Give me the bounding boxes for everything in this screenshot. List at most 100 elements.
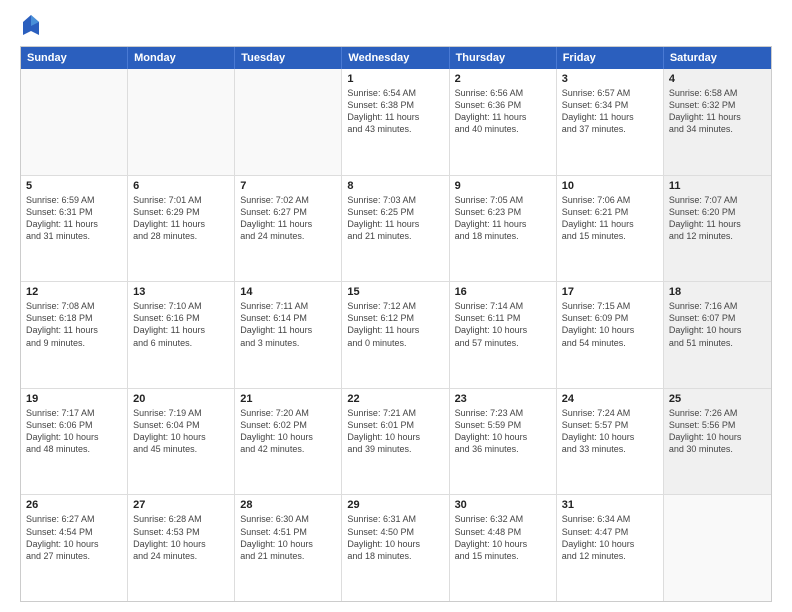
day-info: Sunrise: 7:01 AM Sunset: 6:29 PM Dayligh…	[133, 194, 229, 243]
day-number: 28	[240, 499, 336, 511]
calendar-cell-w3-d4: 15 Sunrise: 7:12 AM Sunset: 6:12 PM Dayli…	[342, 282, 449, 388]
calendar-body: 1 Sunrise: 6:54 AM Sunset: 6:38 PM Daylig…	[21, 69, 771, 601]
calendar-cell-w3-d2: 13 Sunrise: 7:10 AM Sunset: 6:16 PM Dayli…	[128, 282, 235, 388]
calendar-cell-w1-d2	[128, 69, 235, 175]
day-info: Sunrise: 6:32 AM Sunset: 4:48 PM Dayligh…	[455, 513, 551, 562]
day-info: Sunrise: 7:17 AM Sunset: 6:06 PM Dayligh…	[26, 407, 122, 456]
day-info: Sunrise: 7:07 AM Sunset: 6:20 PM Dayligh…	[669, 194, 766, 243]
day-number: 21	[240, 393, 336, 405]
day-info: Sunrise: 7:03 AM Sunset: 6:25 PM Dayligh…	[347, 194, 443, 243]
day-number: 10	[562, 180, 658, 192]
day-info: Sunrise: 7:05 AM Sunset: 6:23 PM Dayligh…	[455, 194, 551, 243]
day-info: Sunrise: 7:12 AM Sunset: 6:12 PM Dayligh…	[347, 300, 443, 349]
calendar-cell-w4-d4: 22Sunrise: 7:21 AM Sunset: 6:01 PM Dayli…	[342, 389, 449, 495]
day-number: 15	[347, 286, 443, 298]
calendar-cell-w1-d3	[235, 69, 342, 175]
day-info: Sunrise: 7:19 AM Sunset: 6:04 PM Dayligh…	[133, 407, 229, 456]
calendar-header-wednesday: Wednesday	[342, 47, 449, 69]
calendar-cell-w1-d6: 3 Sunrise: 6:57 AM Sunset: 6:34 PM Daylig…	[557, 69, 664, 175]
day-number: 20	[133, 393, 229, 405]
calendar-cell-w5-d4: 29Sunrise: 6:31 AM Sunset: 4:50 PM Dayli…	[342, 495, 449, 601]
day-info: Sunrise: 7:14 AM Sunset: 6:11 PM Dayligh…	[455, 300, 551, 349]
day-info: Sunrise: 7:11 AM Sunset: 6:14 PM Dayligh…	[240, 300, 336, 349]
day-info: Sunrise: 7:15 AM Sunset: 6:09 PM Dayligh…	[562, 300, 658, 349]
day-number: 26	[26, 499, 122, 511]
day-info: Sunrise: 6:58 AM Sunset: 6:32 PM Dayligh…	[669, 87, 766, 136]
calendar-cell-w2-d2: 6 Sunrise: 7:01 AM Sunset: 6:29 PM Daylig…	[128, 176, 235, 282]
calendar-cell-w3-d6: 17 Sunrise: 7:15 AM Sunset: 6:09 PM Dayli…	[557, 282, 664, 388]
day-info: Sunrise: 7:02 AM Sunset: 6:27 PM Dayligh…	[240, 194, 336, 243]
day-info: Sunrise: 6:59 AM Sunset: 6:31 PM Dayligh…	[26, 194, 122, 243]
calendar-cell-w4-d3: 21 Sunrise: 7:20 AM Sunset: 6:02 PM Dayli…	[235, 389, 342, 495]
day-info: Sunrise: 7:26 AM Sunset: 5:56 PM Dayligh…	[669, 407, 766, 456]
calendar-cell-w1-d7: 4 Sunrise: 6:58 AM Sunset: 6:32 PM Daylig…	[664, 69, 771, 175]
day-number: 17	[562, 286, 658, 298]
calendar-week-1: 1 Sunrise: 6:54 AM Sunset: 6:38 PM Daylig…	[21, 69, 771, 176]
day-info: Sunrise: 6:31 AM Sunset: 4:50 PM Dayligh…	[347, 513, 443, 562]
logo	[20, 16, 40, 36]
day-number: 18	[669, 286, 766, 298]
day-number: 6	[133, 180, 229, 192]
day-number: 19	[26, 393, 122, 405]
day-number: 3	[562, 73, 658, 85]
calendar-cell-w4-d2: 20 Sunrise: 7:19 AM Sunset: 6:04 PM Dayli…	[128, 389, 235, 495]
day-info: Sunrise: 7:24 AM Sunset: 5:57 PM Dayligh…	[562, 407, 658, 456]
calendar-cell-w5-d5: 30Sunrise: 6:32 AM Sunset: 4:48 PM Dayli…	[450, 495, 557, 601]
calendar-week-5: 26 Sunrise: 6:27 AM Sunset: 4:54 PM Dayli…	[21, 495, 771, 601]
day-info: Sunrise: 7:23 AM Sunset: 5:59 PM Dayligh…	[455, 407, 551, 456]
logo-icon	[22, 14, 40, 36]
day-number: 16	[455, 286, 551, 298]
calendar-header-thursday: Thursday	[450, 47, 557, 69]
day-number: 9	[455, 180, 551, 192]
calendar-cell-w3-d7: 18 Sunrise: 7:16 AM Sunset: 6:07 PM Dayli…	[664, 282, 771, 388]
page: SundayMondayTuesdayWednesdayThursdayFrid…	[0, 0, 792, 612]
day-number: 1	[347, 73, 443, 85]
day-number: 2	[455, 73, 551, 85]
calendar-cell-w1-d1	[21, 69, 128, 175]
calendar-cell-w3-d1: 12Sunrise: 7:08 AM Sunset: 6:18 PM Dayli…	[21, 282, 128, 388]
calendar-week-4: 19 Sunrise: 7:17 AM Sunset: 6:06 PM Dayli…	[21, 389, 771, 496]
calendar-cell-w2-d1: 5Sunrise: 6:59 AM Sunset: 6:31 PM Daylig…	[21, 176, 128, 282]
header	[20, 16, 772, 36]
calendar-cell-w5-d1: 26 Sunrise: 6:27 AM Sunset: 4:54 PM Dayli…	[21, 495, 128, 601]
day-number: 4	[669, 73, 766, 85]
calendar-cell-w5-d3: 28 Sunrise: 6:30 AM Sunset: 4:51 PM Dayli…	[235, 495, 342, 601]
calendar-cell-w4-d6: 24 Sunrise: 7:24 AM Sunset: 5:57 PM Dayli…	[557, 389, 664, 495]
calendar-cell-w3-d3: 14 Sunrise: 7:11 AM Sunset: 6:14 PM Dayli…	[235, 282, 342, 388]
day-info: Sunrise: 6:30 AM Sunset: 4:51 PM Dayligh…	[240, 513, 336, 562]
day-number: 25	[669, 393, 766, 405]
day-info: Sunrise: 7:06 AM Sunset: 6:21 PM Dayligh…	[562, 194, 658, 243]
calendar: SundayMondayTuesdayWednesdayThursdayFrid…	[20, 46, 772, 602]
calendar-cell-w4-d7: 25 Sunrise: 7:26 AM Sunset: 5:56 PM Dayli…	[664, 389, 771, 495]
day-number: 31	[562, 499, 658, 511]
day-number: 13	[133, 286, 229, 298]
day-number: 11	[669, 180, 766, 192]
day-number: 14	[240, 286, 336, 298]
calendar-header-row: SundayMondayTuesdayWednesdayThursdayFrid…	[21, 47, 771, 69]
day-info: Sunrise: 6:57 AM Sunset: 6:34 PM Dayligh…	[562, 87, 658, 136]
calendar-cell-w2-d5: 9 Sunrise: 7:05 AM Sunset: 6:23 PM Daylig…	[450, 176, 557, 282]
calendar-cell-w2-d4: 8 Sunrise: 7:03 AM Sunset: 6:25 PM Daylig…	[342, 176, 449, 282]
calendar-cell-w2-d3: 7 Sunrise: 7:02 AM Sunset: 6:27 PM Daylig…	[235, 176, 342, 282]
calendar-week-3: 12Sunrise: 7:08 AM Sunset: 6:18 PM Dayli…	[21, 282, 771, 389]
day-number: 22	[347, 393, 443, 405]
calendar-header-sunday: Sunday	[21, 47, 128, 69]
day-info: Sunrise: 6:28 AM Sunset: 4:53 PM Dayligh…	[133, 513, 229, 562]
day-info: Sunrise: 6:27 AM Sunset: 4:54 PM Dayligh…	[26, 513, 122, 562]
calendar-cell-w5-d7	[664, 495, 771, 601]
calendar-cell-w2-d6: 10 Sunrise: 7:06 AM Sunset: 6:21 PM Dayli…	[557, 176, 664, 282]
day-number: 24	[562, 393, 658, 405]
day-info: Sunrise: 6:34 AM Sunset: 4:47 PM Dayligh…	[562, 513, 658, 562]
calendar-cell-w4-d1: 19 Sunrise: 7:17 AM Sunset: 6:06 PM Dayli…	[21, 389, 128, 495]
day-number: 27	[133, 499, 229, 511]
day-info: Sunrise: 7:20 AM Sunset: 6:02 PM Dayligh…	[240, 407, 336, 456]
day-info: Sunrise: 7:16 AM Sunset: 6:07 PM Dayligh…	[669, 300, 766, 349]
day-number: 7	[240, 180, 336, 192]
day-info: Sunrise: 6:56 AM Sunset: 6:36 PM Dayligh…	[455, 87, 551, 136]
day-info: Sunrise: 7:10 AM Sunset: 6:16 PM Dayligh…	[133, 300, 229, 349]
logo-text	[20, 16, 40, 36]
calendar-cell-w1-d4: 1 Sunrise: 6:54 AM Sunset: 6:38 PM Daylig…	[342, 69, 449, 175]
calendar-header-saturday: Saturday	[664, 47, 771, 69]
day-number: 8	[347, 180, 443, 192]
day-info: Sunrise: 6:54 AM Sunset: 6:38 PM Dayligh…	[347, 87, 443, 136]
